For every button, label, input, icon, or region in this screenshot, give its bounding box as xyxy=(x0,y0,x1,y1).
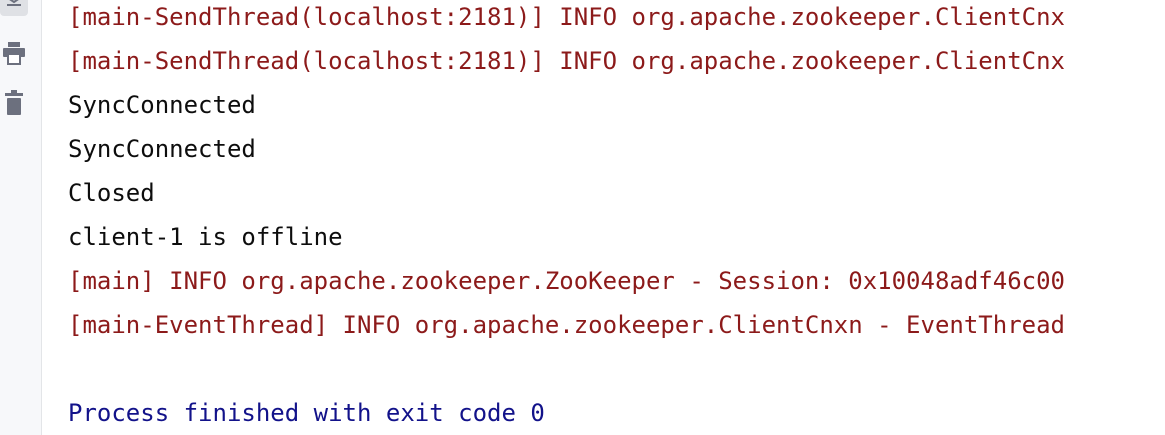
console-line-stderr: [main-EventThread] INFO org.apache.zooke… xyxy=(68,311,1065,339)
clear-all-button[interactable] xyxy=(0,89,28,122)
console-toolbar xyxy=(0,0,42,435)
process-exit-message: Process finished with exit code 0 xyxy=(68,399,545,427)
console-line-stdout: SyncConnected xyxy=(68,135,256,163)
console-line-stdout: Closed xyxy=(68,179,155,207)
scroll-to-end-icon xyxy=(4,0,24,15)
console-output[interactable]: [main-SendThread(localhost:2181)] INFO o… xyxy=(68,0,1165,435)
print-button[interactable] xyxy=(0,41,28,69)
trash-icon xyxy=(3,89,25,122)
console-line-stderr: [main-SendThread(localhost:2181)] INFO o… xyxy=(68,47,1065,75)
console-line-stdout: SyncConnected xyxy=(68,91,256,119)
console-line-stderr: [main] INFO org.apache.zookeeper.ZooKeep… xyxy=(68,267,1065,295)
run-console-panel: [main-SendThread(localhost:2181)] INFO o… xyxy=(0,0,1165,435)
console-line-stdout: client-1 is offline xyxy=(68,223,343,251)
print-icon xyxy=(2,40,26,71)
console-line-stderr: [main-SendThread(localhost:2181)] INFO o… xyxy=(68,3,1065,31)
scroll-to-end-button[interactable] xyxy=(0,0,28,16)
